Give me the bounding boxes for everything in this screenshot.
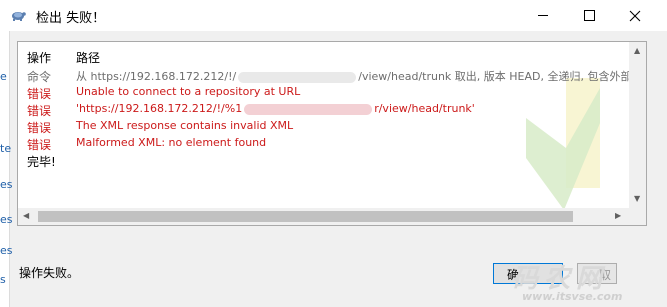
row-path: The XML response contains invalid XML <box>76 119 294 132</box>
log-row[interactable]: 命令 从 https://192.168.172.212/!/ /view/hea… <box>18 68 646 85</box>
row-operation: 命令 <box>27 70 52 84</box>
bg-fragment: s <box>0 273 6 286</box>
close-icon <box>629 10 641 21</box>
row-operation: 错误 <box>27 87 52 101</box>
redacted-blur <box>244 103 373 115</box>
vertical-scrollbar[interactable]: ▲ ▼ <box>629 42 646 225</box>
log-row[interactable]: 错误 Unable to connect to a repository at … <box>18 85 646 102</box>
row-operation: 完毕! <box>27 155 56 169</box>
bg-fragment: es <box>0 244 13 257</box>
minimize-icon <box>538 15 548 16</box>
horizontal-scrollbar[interactable]: ◀ ▶ <box>18 208 629 225</box>
window-title: 检出 失败！ <box>36 11 106 26</box>
row-operation: 错误 <box>27 121 52 135</box>
path-text: 'https://192.168.172.212/!/%1 <box>76 102 243 115</box>
redacted-blur <box>238 71 357 83</box>
bg-fragment: es <box>0 178 13 191</box>
bg-fragment: es <box>0 213 13 226</box>
minimize-button[interactable] <box>520 0 566 31</box>
path-text: r/view/head/trunk' <box>374 102 475 115</box>
close-button[interactable] <box>612 0 658 31</box>
scroll-left-icon[interactable]: ◀ <box>23 211 29 220</box>
log-row[interactable]: 完毕! <box>18 153 646 170</box>
site-watermark-url: www.itsvse.com <box>522 290 623 303</box>
row-path: 'https://192.168.172.212/!/%1 r/view/head… <box>76 102 475 115</box>
scroll-down-icon[interactable]: ▼ <box>634 194 640 203</box>
scroll-up-icon[interactable]: ▲ <box>634 46 640 55</box>
column-header-path[interactable]: 路径 <box>76 49 100 66</box>
column-header-operation[interactable]: 操作 <box>27 49 51 66</box>
background-window-strip: e te es es es s <box>0 30 13 307</box>
title-bar: 检出 失败！ <box>0 0 667 31</box>
bg-fragment: te <box>0 142 12 155</box>
maximize-icon <box>583 10 595 21</box>
row-path: Malformed XML: no element found <box>76 136 267 149</box>
maximize-button[interactable] <box>566 0 612 31</box>
log-list[interactable]: 操作 路径 命令 从 https://192.168.172.212/!/ /vi… <box>17 41 647 226</box>
status-text: 操作失败。 <box>19 266 80 280</box>
row-path: Unable to connect to a repository at URL <box>76 85 301 98</box>
horizontal-scroll-thumb[interactable] <box>38 211 573 222</box>
row-operation: 错误 <box>27 104 52 118</box>
log-row[interactable]: 错误 'https://192.168.172.212/!/%1 r/view/h… <box>18 102 646 119</box>
log-row[interactable]: 错误 Malformed XML: no element found <box>18 136 646 153</box>
row-operation: 错误 <box>27 138 52 152</box>
path-text: /view/head/trunk 取出, 版本 HEAD, 全递归, 包含外部引… <box>358 70 647 83</box>
bg-fragment: e <box>0 70 7 83</box>
log-row[interactable]: 错误 The XML response contains invalid XML <box>18 119 646 136</box>
scroll-right-icon[interactable]: ▶ <box>615 211 621 220</box>
tortoise-icon <box>12 12 26 21</box>
path-text: 从 https://192.168.172.212/!/ <box>76 70 237 83</box>
row-path: 从 https://192.168.172.212/!/ /view/head/t… <box>76 68 647 84</box>
